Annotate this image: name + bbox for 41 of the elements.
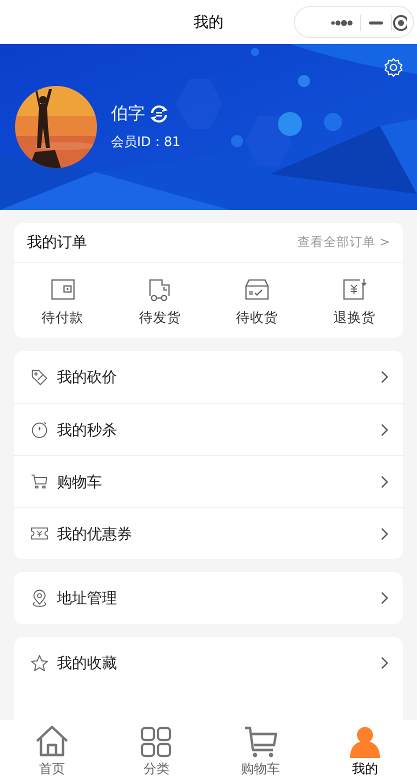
timer-icon [30,420,49,440]
tab-bar-item[interactable]: 我的 [312,720,417,781]
chevron-right-icon [380,474,389,489]
chevron-right-icon [380,591,389,606]
tag-icon [30,368,49,387]
menu-item[interactable]: 我的优惠券 [14,507,403,560]
minimize-icon[interactable] [369,22,383,24]
menu-item[interactable]: 地址管理 [14,572,403,624]
order-status-button[interactable]: 退换货 [306,277,403,328]
switch-icon[interactable] [149,104,169,124]
close-icon[interactable] [393,15,407,31]
member-id: 会员ID：81 [111,134,180,152]
box-icon [244,277,270,302]
return-icon [341,277,368,302]
section-title: 我的订单 [27,232,87,254]
more-icon[interactable] [331,20,352,26]
menu-item[interactable]: 购物车 [14,455,403,508]
page-title: 我的 [194,12,224,33]
chevron-right-icon [380,422,389,437]
order-status-button[interactable]: 待收货 [208,277,306,328]
chevron-right-icon [380,656,389,670]
tab-bar-item[interactable]: 购物车 [208,720,313,781]
person-icon [348,725,382,759]
user-name: 伯字 [111,102,145,126]
location-icon [30,588,49,608]
star-icon [30,654,49,673]
menu-item[interactable]: 我的砍价 [14,351,403,404]
cart-icon [30,472,49,492]
grid-icon [139,725,174,759]
cart-icon [244,725,278,759]
chevron-right-icon [380,370,389,384]
wallet-icon [50,277,76,302]
order-status-button[interactable]: 待发货 [111,277,208,328]
home-icon [35,725,70,759]
capsule-menu[interactable] [294,6,414,38]
tab-bar-item[interactable]: 分类 [104,720,208,781]
order-status-button[interactable]: 待付款 [14,277,112,328]
menu-item[interactable]: 我的秒杀 [14,403,403,456]
settings-icon[interactable] [383,57,404,78]
chevron-right-icon [380,526,389,541]
tab-bar-item[interactable]: 首页 [0,720,104,781]
